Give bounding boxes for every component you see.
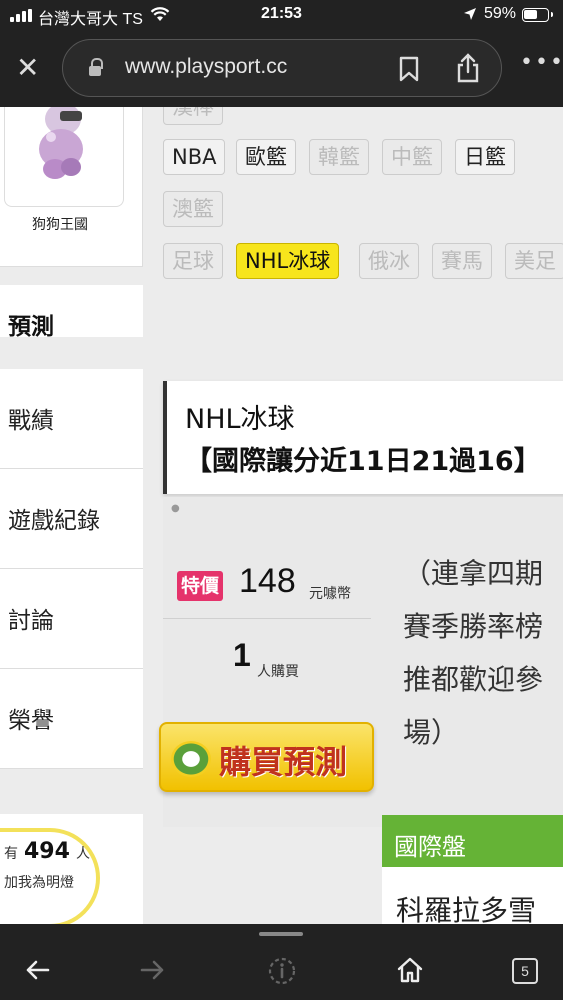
market-header: 國際盤 xyxy=(382,815,563,867)
buyer-unit: 人購買 xyxy=(257,664,299,680)
buy-button-label: 購買預測 xyxy=(219,743,348,781)
follow-box[interactable]: 有 494 人 加我為明燈 xyxy=(0,814,143,924)
browser-bottom-toolbar: 5 xyxy=(0,924,563,1000)
fan-count-line: 有 494 人 xyxy=(4,839,90,864)
fan-suffix: 人 xyxy=(75,846,90,862)
prediction-description: （連拿四期 賽季勝率榜 推都歡迎參 場） xyxy=(403,557,544,749)
fan-prefix: 有 xyxy=(4,846,18,862)
drag-handle[interactable] xyxy=(259,932,303,936)
section-title: 預測 xyxy=(0,285,143,340)
tag-nba[interactable]: NBA xyxy=(163,139,226,175)
tag-nhl-hockey[interactable]: NHL冰球 xyxy=(236,243,340,279)
info-icon[interactable] xyxy=(266,954,298,986)
team-name: 科羅拉多雪 xyxy=(382,867,563,924)
avatar-figure-image xyxy=(39,107,83,179)
league-name: NHL冰球 xyxy=(185,404,295,435)
forward-arrow-icon[interactable] xyxy=(136,954,168,986)
url-text: www.playsport.cc xyxy=(125,55,288,78)
status-bar: 台灣大哥大 TS 21:53 59% xyxy=(0,0,563,30)
home-icon[interactable] xyxy=(394,954,426,986)
close-icon[interactable]: ✕ xyxy=(16,54,39,82)
tag-partial: 漢棒 xyxy=(163,107,223,125)
tag-korea-basketball[interactable]: 韓籃 xyxy=(309,139,369,175)
sidebar: 狗狗王國 預測 戰績 遊戲紀錄 討論 榮譽 有 494 人 加我為明燈 xyxy=(0,107,143,924)
tabs-button[interactable]: 5 xyxy=(512,958,538,984)
sidebar-item-game-history[interactable]: 遊戲紀錄 xyxy=(0,469,143,569)
prediction-header: NHL冰球 【國際讓分近11日21過16】 xyxy=(163,381,563,494)
price-value: 148 xyxy=(239,562,296,600)
bookmark-icon[interactable] xyxy=(399,56,419,82)
lock-icon xyxy=(89,58,103,76)
clock: 21:53 xyxy=(261,5,302,22)
profile-card[interactable]: 狗狗王國 xyxy=(0,107,143,267)
drop-marker-icon: ● xyxy=(171,503,180,514)
share-icon[interactable] xyxy=(455,52,481,84)
back-arrow-icon[interactable] xyxy=(22,954,54,986)
battery-percent: 59% xyxy=(484,5,517,22)
tag-japan-basketball[interactable]: 日籃 xyxy=(455,139,515,175)
sidebar-item-record[interactable]: 戰績 xyxy=(0,369,143,469)
fan-count: 494 xyxy=(24,839,70,864)
sidebar-item-discussion[interactable]: 討論 xyxy=(0,569,143,669)
web-page: 狗狗王國 預測 戰績 遊戲紀錄 討論 榮譽 有 494 人 加我為明燈 漢棒 NBA… xyxy=(0,107,563,924)
address-bar[interactable]: www.playsport.cc xyxy=(62,39,502,97)
prediction-body: ● 特價 148 元噱幣 1 人購買 購買預測 （連拿四期 賽季勝率榜 推都歡迎… xyxy=(159,497,563,827)
prediction-headline: 【國際讓分近11日21過16】 xyxy=(185,446,541,477)
browser-toolbar: ✕ www.playsport.cc ••• xyxy=(0,30,563,107)
more-options-icon[interactable]: ••• xyxy=(520,52,563,74)
sidebar-item-honors[interactable]: 榮譽 xyxy=(0,669,143,769)
category-tags: 漢棒 NBA 歐籃 韓籃 中籃 日籃 澳籃 足球 NHL冰球 俄冰 賽馬 美足 xyxy=(163,107,563,377)
price-row: 特價 148 元噱幣 xyxy=(163,557,371,619)
buyer-count: 1 xyxy=(233,637,251,673)
tag-australia-basketball[interactable]: 澳籃 xyxy=(163,191,223,227)
tag-soccer[interactable]: 足球 xyxy=(163,243,223,279)
buy-prediction-button[interactable]: 購買預測 xyxy=(159,722,374,792)
tag-american-football[interactable]: 美足 xyxy=(505,243,563,279)
coin-icon xyxy=(171,741,211,777)
sidebar-menu: 戰績 遊戲紀錄 討論 榮譽 xyxy=(0,369,143,769)
battery-icon xyxy=(522,8,553,22)
tag-euro-basketball[interactable]: 歐籃 xyxy=(236,139,296,175)
avatar[interactable] xyxy=(4,107,124,207)
tag-horse-racing[interactable]: 賽馬 xyxy=(432,243,492,279)
location-arrow-icon xyxy=(464,8,476,20)
tag-russia-hockey[interactable]: 俄冰 xyxy=(359,243,419,279)
profile-name[interactable]: 狗狗王國 xyxy=(0,214,120,234)
sale-badge: 特價 xyxy=(177,571,224,601)
follow-label[interactable]: 加我為明燈 xyxy=(4,872,74,892)
tag-china-basketball[interactable]: 中籃 xyxy=(382,139,442,175)
price-unit: 元噱幣 xyxy=(309,586,351,602)
